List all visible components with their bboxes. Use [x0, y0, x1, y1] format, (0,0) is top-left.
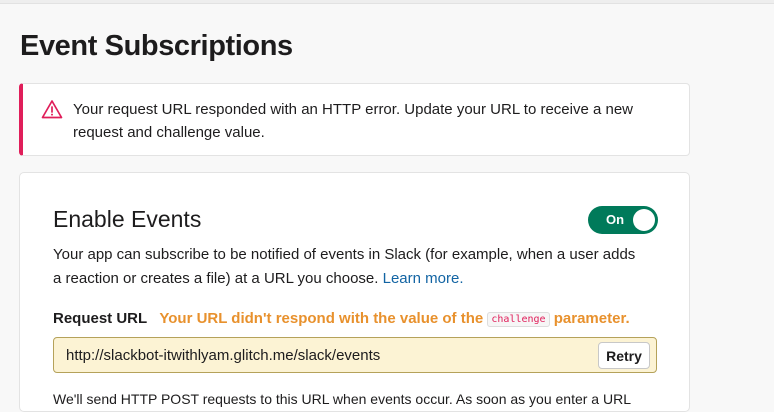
request-url-label: Request URL [53, 310, 148, 327]
description-text: Your app can subscribe to be notified of… [53, 246, 636, 287]
learn-more-link[interactable]: Learn more. [383, 270, 464, 287]
alert-message: Your request URL responded with an HTTP … [73, 101, 634, 141]
top-bar [0, 0, 774, 4]
toggle-label: On [606, 212, 625, 227]
section-description: Your app can subscribe to be notified of… [53, 243, 643, 291]
request-url-input[interactable]: http://slackbot-itwithlyam.glitch.me/sla… [53, 337, 657, 373]
enable-events-toggle[interactable]: On [588, 206, 658, 234]
error-suffix: parameter. [553, 310, 630, 327]
request-url-row: Request URL Your URL didn't respond with… [53, 310, 673, 327]
page-title: Event Subscriptions [20, 30, 293, 62]
post-requests-note: We'll send HTTP POST requests to this UR… [53, 391, 631, 407]
warning-icon [41, 99, 63, 119]
enable-events-card: Enable Events On Your app can subscribe … [19, 172, 690, 412]
request-url-error: Your URL didn't respond with the value o… [159, 310, 630, 327]
error-prefix: Your URL didn't respond with the value o… [159, 310, 484, 327]
request-url-value[interactable]: http://slackbot-itwithlyam.glitch.me/sla… [66, 347, 380, 364]
retry-button[interactable]: Retry [598, 342, 650, 369]
toggle-knob [633, 209, 655, 231]
section-title: Enable Events [53, 206, 202, 232]
challenge-code: challenge [487, 312, 550, 327]
error-alert: Your request URL responded with an HTTP … [19, 83, 690, 156]
